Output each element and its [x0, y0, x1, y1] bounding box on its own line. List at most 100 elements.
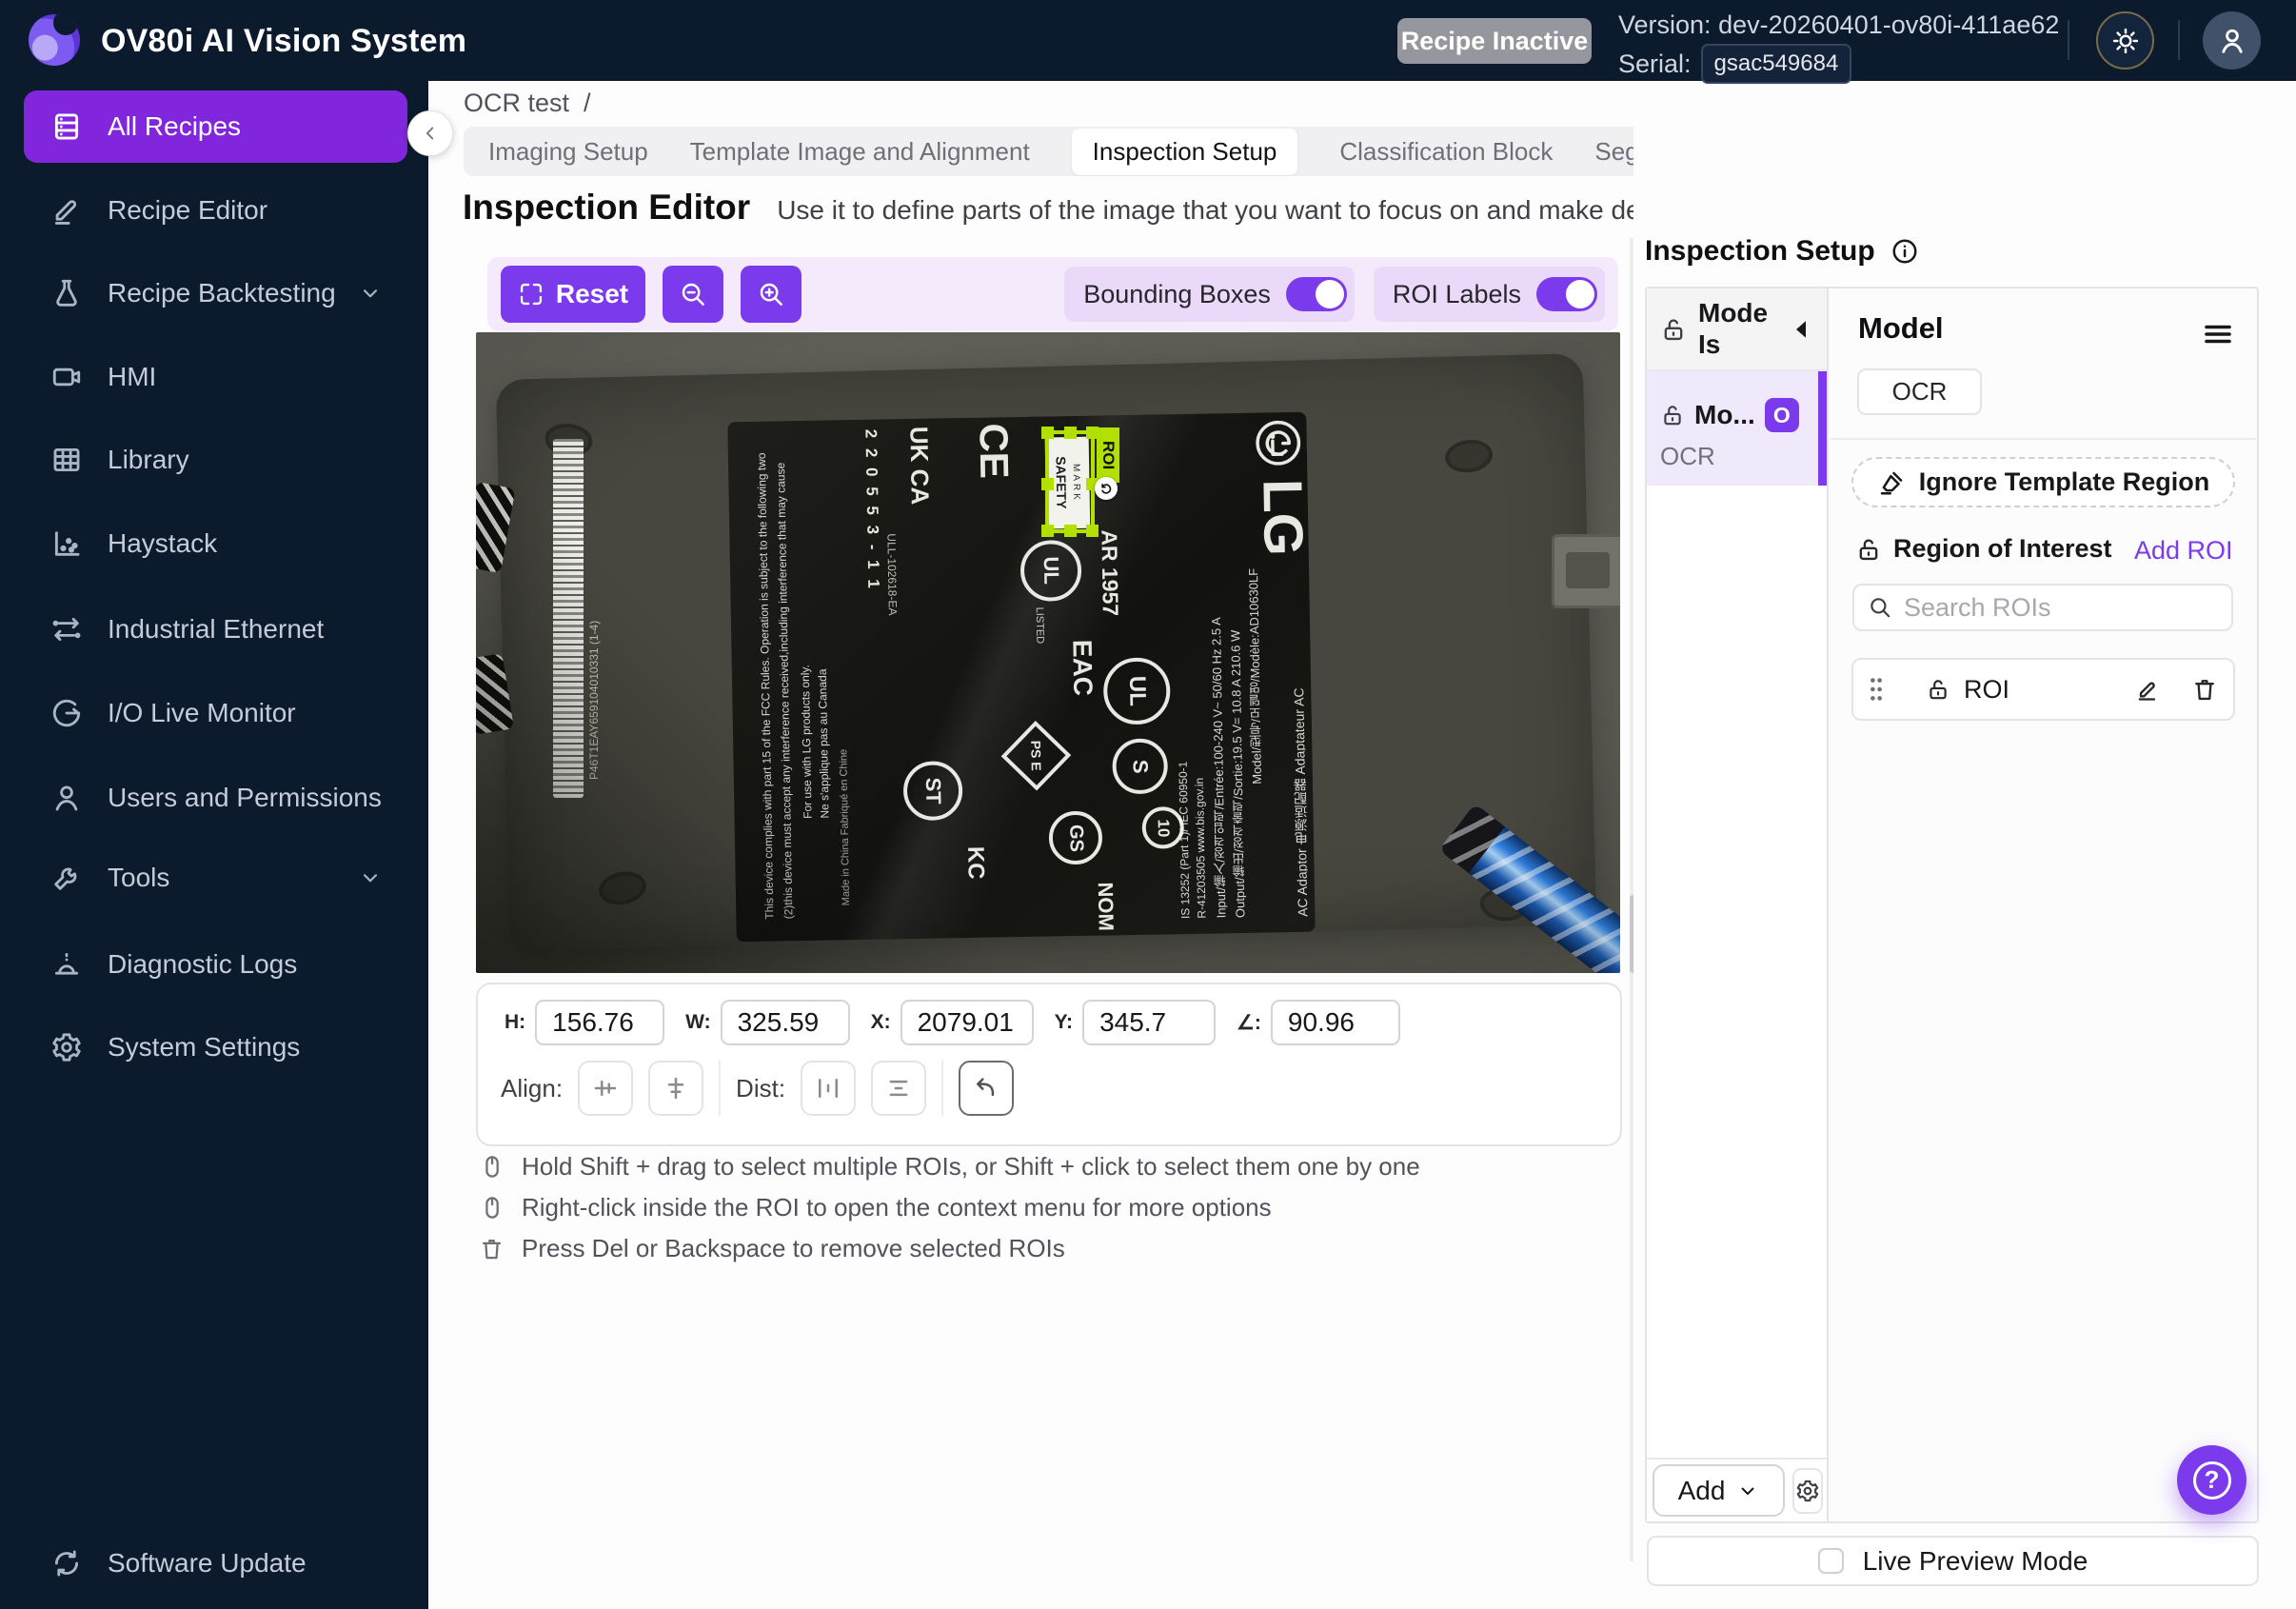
help-button[interactable]: ?	[2177, 1445, 2247, 1515]
label-text-made: Made in China Fabriqué en Chine	[833, 448, 855, 905]
label-ce: CE	[970, 423, 1018, 528]
angle-label: ∠:	[1237, 1011, 1261, 1035]
height-field-group: H:	[505, 1000, 664, 1045]
roi-list-item[interactable]: ROI	[1851, 658, 2235, 721]
breadcrumb-recipe: OCR test	[464, 89, 569, 117]
roi-handle-s[interactable]	[1064, 525, 1077, 537]
model-type-chip[interactable]: OCR	[1857, 368, 1982, 415]
distribute-horizontal-button[interactable]	[801, 1061, 856, 1116]
recipe-status-badge: Recipe Inactive	[1397, 18, 1592, 64]
sidebar-item-library[interactable]: Library	[24, 430, 407, 489]
edit-roi-button[interactable]	[2134, 676, 2161, 703]
add-node-button[interactable]: Add	[1653, 1464, 1785, 1517]
sidebar-item-recipe-backtesting[interactable]: Recipe Backtesting	[24, 264, 407, 323]
roi-rotate-handle[interactable]	[1095, 477, 1118, 500]
sidebar-item-label: All Recipes	[108, 111, 241, 142]
roi-handle-n[interactable]	[1064, 427, 1077, 439]
bounding-boxes-label: Bounding Boxes	[1083, 280, 1271, 309]
roi-handle-nw[interactable]	[1041, 427, 1054, 439]
hint-multi-select: Hold Shift + drag to select multiple ROI…	[479, 1152, 1420, 1182]
bounding-boxes-toggle-group: Bounding Boxes	[1064, 267, 1355, 322]
sidebar-item-users-permissions[interactable]: Users and Permissions	[24, 768, 407, 827]
node-column-footer: Add	[1647, 1458, 1827, 1521]
grid-icon	[50, 444, 83, 476]
undo-icon	[972, 1074, 1000, 1102]
sidebar-item-all-recipes[interactable]: All Recipes	[24, 90, 407, 163]
bounding-boxes-switch[interactable]	[1286, 277, 1347, 311]
mouse-icon	[479, 1195, 505, 1221]
roi-search-input[interactable]	[1904, 593, 2189, 623]
ignore-template-region-button[interactable]: Ignore Template Region	[1851, 457, 2235, 507]
sun-icon	[2111, 27, 2140, 55]
label-pse-diamond: PS E	[1001, 721, 1072, 791]
sidebar-item-industrial-ethernet[interactable]: Industrial Ethernet	[24, 600, 407, 659]
sidebar-item-diagnostic-logs[interactable]: Diagnostic Logs	[24, 935, 407, 994]
sidebar-collapse-button[interactable]	[407, 110, 453, 156]
page-title: Inspection Editor	[463, 188, 750, 228]
undo-button[interactable]	[959, 1061, 1014, 1116]
lg-text: LG	[1250, 479, 1315, 632]
tab-inspection-setup[interactable]: Inspection Setup	[1072, 129, 1298, 175]
user-avatar-button[interactable]	[2203, 11, 2261, 70]
live-preview-checkbox[interactable]	[1818, 1548, 1844, 1574]
width-input[interactable]	[721, 1000, 850, 1045]
model-menu-button[interactable]	[2201, 317, 2235, 351]
node-item-selected[interactable]: Mo... O OCR	[1647, 371, 1827, 486]
sidebar-item-hmi[interactable]: HMI	[24, 348, 407, 407]
collapse-left-icon[interactable]	[1793, 320, 1809, 339]
info-icon[interactable]	[1890, 237, 1919, 266]
sidebar-item-tools[interactable]: Tools	[24, 848, 407, 907]
label-ar1957: AR 1957	[1096, 529, 1123, 653]
camera-image-canvas[interactable]: P46T1EAY659104010331 (1-4) This device c…	[476, 332, 1620, 973]
label-is-standard: IS 13252 (Part 1)/ IEC 60950-1	[1175, 700, 1192, 919]
y-input[interactable]	[1082, 1000, 1216, 1045]
app-title: OV80i AI Vision System	[101, 23, 466, 60]
roi-handle-sw[interactable]	[1041, 525, 1054, 537]
delete-roi-button[interactable]	[2191, 676, 2218, 703]
tab-template-image-alignment[interactable]: Template Image and Alignment	[690, 137, 1030, 167]
distribute-vertical-button[interactable]	[871, 1061, 926, 1116]
version-block: Version: dev-20260401-ov80i-411ae62 Seri…	[1618, 8, 2059, 84]
roi-bounding-box[interactable]	[1045, 430, 1095, 533]
zoom-in-button[interactable]	[741, 266, 802, 323]
label-ul-circle: UL	[1020, 540, 1082, 602]
sidebar-item-software-update[interactable]: Software Update	[24, 1534, 407, 1593]
distribute-vertical-icon	[884, 1074, 913, 1102]
x-input[interactable]	[901, 1000, 1034, 1045]
align-horizontal-center-button[interactable]	[578, 1061, 633, 1116]
tab-classification-block[interactable]: Classification Block	[1339, 137, 1553, 167]
ignore-template-label: Ignore Template Region	[1919, 467, 2210, 497]
roi-labels-switch[interactable]	[1536, 277, 1597, 311]
roi-geometry-panel: H: W: X: Y: ∠: Align:	[476, 983, 1622, 1146]
drag-handle-icon[interactable]	[1869, 677, 1884, 702]
version-line: Version: dev-20260401-ov80i-411ae62	[1618, 8, 2059, 42]
reset-button[interactable]: Reset	[501, 266, 645, 323]
label-ul-circle: UL	[1103, 657, 1171, 725]
height-input[interactable]	[535, 1000, 664, 1045]
sidebar-item-label: Tools	[108, 863, 169, 893]
node-settings-button[interactable]	[1792, 1468, 1823, 1514]
align-vertical-center-button[interactable]	[648, 1061, 703, 1116]
lock-open-icon	[1926, 677, 1950, 702]
sidebar-item-system-settings[interactable]: System Settings	[24, 1018, 407, 1077]
tab-imaging-setup[interactable]: Imaging Setup	[488, 137, 648, 167]
add-roi-link[interactable]: Add ROI	[2134, 536, 2233, 566]
sidebar-item-haystack[interactable]: Haystack	[24, 514, 407, 573]
zoom-out-button[interactable]	[663, 266, 723, 323]
label-r-number: R-41203505 www.bis.gov.in	[1191, 700, 1208, 919]
roi-handle-se[interactable]	[1086, 525, 1099, 537]
align-horizontal-icon	[591, 1074, 620, 1102]
theme-toggle-button[interactable]	[2096, 11, 2154, 70]
person-icon	[50, 782, 83, 814]
node-column-header[interactable]: Mode Is	[1647, 288, 1827, 371]
refresh-icon	[50, 1547, 83, 1579]
label-cul-listed: LISTED	[1034, 607, 1046, 665]
sidebar-item-io-live-monitor[interactable]: I/O Live Monitor	[24, 684, 407, 743]
roi-handle-w[interactable]	[1041, 478, 1054, 490]
sidebar-item-recipe-editor[interactable]: Recipe Editor	[24, 181, 407, 240]
align-vertical-icon	[662, 1074, 690, 1102]
angle-input[interactable]	[1271, 1000, 1400, 1045]
zoom-out-icon	[679, 280, 707, 308]
sidebar-item-label: Users and Permissions	[108, 783, 382, 813]
breadcrumb[interactable]: OCR test /	[464, 89, 591, 118]
